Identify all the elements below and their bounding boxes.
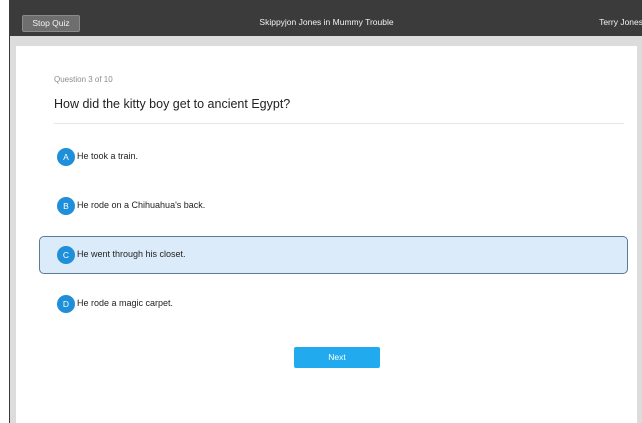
quiz-window: Stop Quiz Skippyjon Jones in Mummy Troub… bbox=[9, 0, 642, 423]
option-letter-badge: A bbox=[57, 148, 75, 166]
question-card: Question 3 of 10 How did the kitty boy g… bbox=[16, 46, 637, 423]
book-title: Skippyjon Jones in Mummy Trouble bbox=[259, 17, 394, 27]
question-progress: Question 3 of 10 bbox=[54, 75, 113, 84]
next-button[interactable]: Next bbox=[294, 347, 380, 368]
answer-option-c[interactable]: C He went through his closet. bbox=[39, 236, 628, 274]
top-bar: Stop Quiz Skippyjon Jones in Mummy Troub… bbox=[10, 0, 642, 36]
option-text: He went through his closet. bbox=[77, 249, 186, 259]
option-text: He took a train. bbox=[77, 151, 139, 161]
option-letter-badge: C bbox=[57, 246, 75, 264]
option-text: He rode a magic carpet. bbox=[77, 298, 174, 308]
divider bbox=[54, 123, 624, 124]
option-letter-badge: D bbox=[57, 295, 75, 313]
option-letter-badge: B bbox=[57, 197, 75, 215]
question-text: How did the kitty boy get to ancient Egy… bbox=[54, 97, 291, 111]
option-text: He rode on a Chihuahua's back. bbox=[77, 200, 206, 210]
answer-option-d[interactable]: D He rode a magic carpet. bbox=[39, 285, 628, 323]
answer-option-b[interactable]: B He rode on a Chihuahua's back. bbox=[39, 187, 628, 225]
answer-option-a[interactable]: A He took a train. bbox=[39, 138, 628, 176]
user-name: Terry Jones bbox=[599, 17, 642, 27]
